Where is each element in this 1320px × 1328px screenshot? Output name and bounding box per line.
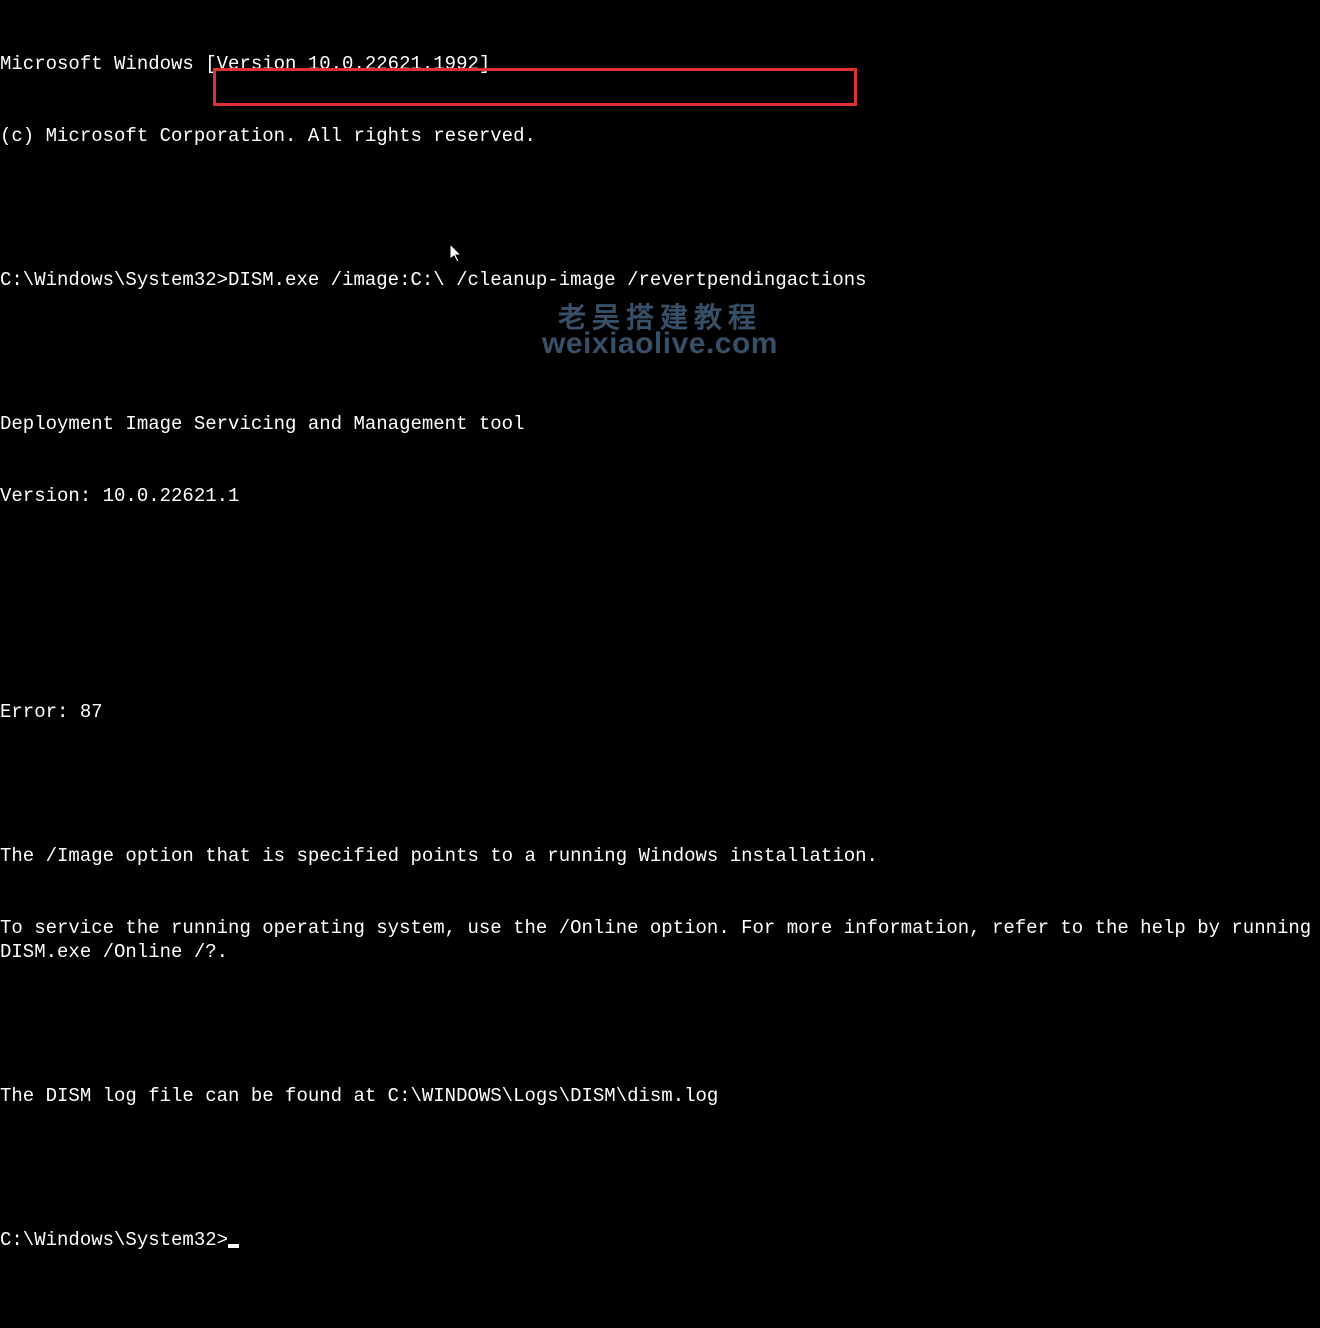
command-line-1: C:\Windows\System32>DISM.exe /image:C:\ … (0, 268, 1320, 292)
error-message-2: To service the running operating system,… (0, 916, 1320, 964)
blank-line (0, 1012, 1320, 1036)
entered-command: DISM.exe /image:C:\ /cleanup-image /reve… (228, 268, 867, 292)
command-line-2[interactable]: C:\Windows\System32> (0, 1228, 1320, 1252)
blank-line (0, 556, 1320, 580)
text-cursor (228, 1244, 239, 1248)
tool-title: Deployment Image Servicing and Managemen… (0, 412, 1320, 436)
banner-copyright: (c) Microsoft Corporation. All rights re… (0, 124, 1320, 148)
blank-line (0, 628, 1320, 652)
log-file-line: The DISM log file can be found at C:\WIN… (0, 1084, 1320, 1108)
banner-version: Microsoft Windows [Version 10.0.22621.19… (0, 52, 1320, 76)
error-code: Error: 87 (0, 700, 1320, 724)
error-message-1: The /Image option that is specified poin… (0, 844, 1320, 868)
blank-line (0, 340, 1320, 364)
blank-line (0, 1156, 1320, 1180)
blank-line (0, 196, 1320, 220)
terminal-window[interactable]: Microsoft Windows [Version 10.0.22621.19… (0, 0, 1320, 1328)
prompt-2: C:\Windows\System32> (0, 1229, 228, 1251)
blank-line (0, 772, 1320, 796)
tool-version: Version: 10.0.22621.1 (0, 484, 1320, 508)
prompt-1: C:\Windows\System32> (0, 268, 228, 292)
